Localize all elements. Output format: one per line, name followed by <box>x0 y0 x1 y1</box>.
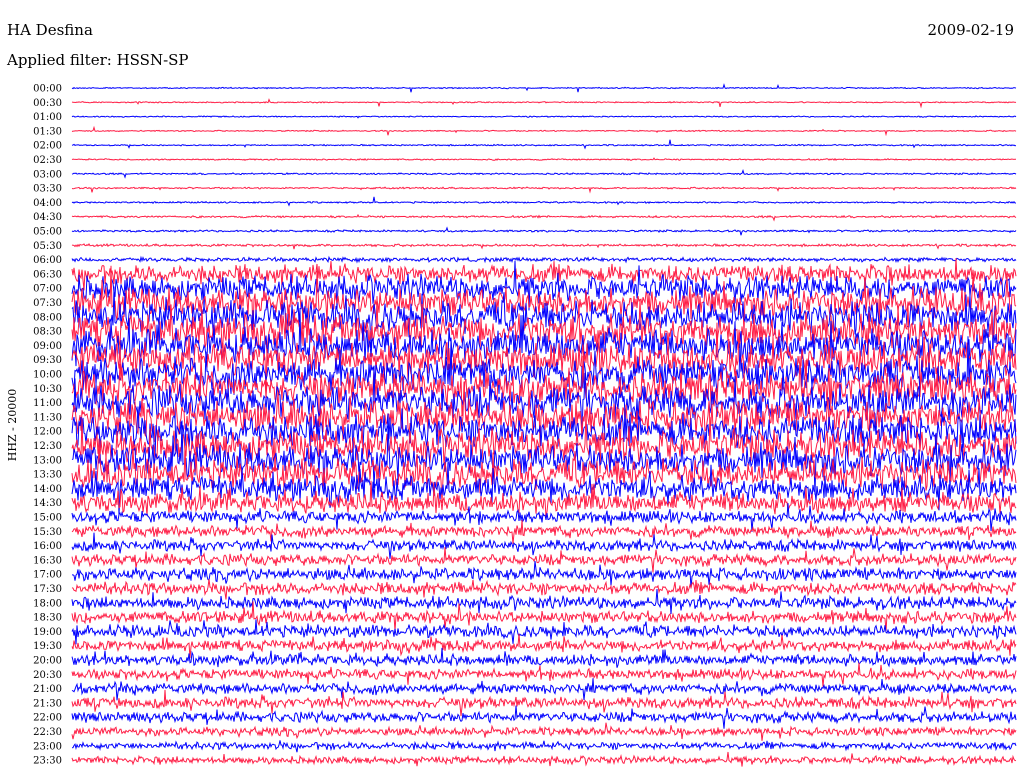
time-label: 09:30 <box>33 355 62 366</box>
time-label: 18:00 <box>33 598 62 609</box>
time-label: 06:00 <box>33 255 62 266</box>
time-label: 10:00 <box>33 370 62 381</box>
seismogram-chart: 00:00 00:30 01:00 01:30 02:00 02:30 03:00 03:30… <box>6 83 1017 767</box>
trace-line <box>71 689 1017 717</box>
trace-line <box>71 619 1017 645</box>
y-axis-label: HHZ - 20000 <box>6 389 19 462</box>
time-label: 16:30 <box>33 555 62 566</box>
time-label: 02:00 <box>33 141 62 152</box>
time-label: 02:30 <box>33 155 62 166</box>
time-label: 14:30 <box>33 498 62 509</box>
trace-line <box>71 647 1017 668</box>
time-label: 00:30 <box>33 98 62 109</box>
seismogram-panel: HA Desfina Applied filter: HSSN-SP 2009-… <box>0 0 1024 780</box>
time-label: 05:30 <box>33 241 62 252</box>
time-label: 12:00 <box>33 427 62 438</box>
trace-line <box>71 242 1017 250</box>
trace-line <box>71 705 1017 729</box>
time-label: 21:00 <box>33 684 62 695</box>
time-label: 17:00 <box>33 570 62 581</box>
time-label: 05:00 <box>33 227 62 238</box>
time-label: 10:30 <box>33 384 62 395</box>
time-label: 15:30 <box>33 527 62 538</box>
time-label: 19:00 <box>33 627 62 638</box>
time-label: 23:00 <box>33 741 62 752</box>
time-label: 22:00 <box>33 713 62 724</box>
trace-line <box>71 169 1017 179</box>
time-label: 07:30 <box>33 298 62 309</box>
time-label: 17:30 <box>33 584 62 595</box>
trace-line <box>71 115 1017 119</box>
trace-line <box>71 157 1016 161</box>
trace-line <box>71 98 1017 109</box>
time-label: 06:30 <box>33 269 62 280</box>
trace-line <box>71 722 1017 741</box>
time-label: 04:00 <box>33 198 62 209</box>
trace-line <box>71 662 1017 687</box>
time-label: 23:30 <box>33 756 62 767</box>
time-label: 04:30 <box>33 212 62 223</box>
time-label: 14:00 <box>33 484 62 495</box>
trace-line <box>71 751 1017 767</box>
trace-line <box>71 633 1017 659</box>
time-label: 20:00 <box>33 656 62 667</box>
time-label: 09:00 <box>33 341 62 352</box>
time-label: 16:00 <box>33 541 62 552</box>
time-labels: 00:00 00:30 01:00 01:30 02:00 02:30 03:00 03:30… <box>33 84 62 767</box>
time-label: 03:30 <box>33 184 62 195</box>
trace-line <box>71 125 1017 137</box>
trace-line <box>71 226 1017 236</box>
time-label: 22:30 <box>33 727 62 738</box>
time-label: 11:30 <box>33 412 62 423</box>
time-label: 07:00 <box>33 284 62 295</box>
time-label: 08:30 <box>33 327 62 338</box>
time-label: 01:00 <box>33 112 62 123</box>
time-label: 21:30 <box>33 698 62 709</box>
trace-line <box>71 588 1017 615</box>
time-label: 13:00 <box>33 455 62 466</box>
trace-line <box>71 678 1017 701</box>
trace-line <box>71 255 1017 264</box>
time-label: 11:00 <box>33 398 62 409</box>
time-label: 15:00 <box>33 513 62 524</box>
time-label: 13:30 <box>33 470 62 481</box>
time-label: 12:30 <box>33 441 62 452</box>
trace-line <box>71 196 1016 207</box>
trace-line <box>71 740 1017 753</box>
trace-line <box>71 579 1017 600</box>
time-label: 08:00 <box>33 312 62 323</box>
trace-line <box>71 532 1017 559</box>
time-label: 01:30 <box>33 126 62 137</box>
time-label: 03:00 <box>33 169 62 180</box>
trace-line <box>71 519 1017 544</box>
trace-line <box>71 83 1017 93</box>
time-label: 20:30 <box>33 670 62 681</box>
time-label: 19:30 <box>33 641 62 652</box>
time-label: 18:30 <box>33 613 62 624</box>
trace-line <box>71 186 1017 194</box>
trace-line <box>71 213 1017 222</box>
time-label: 00:00 <box>33 84 62 95</box>
trace-line <box>71 139 1017 150</box>
trace-group <box>71 83 1017 767</box>
